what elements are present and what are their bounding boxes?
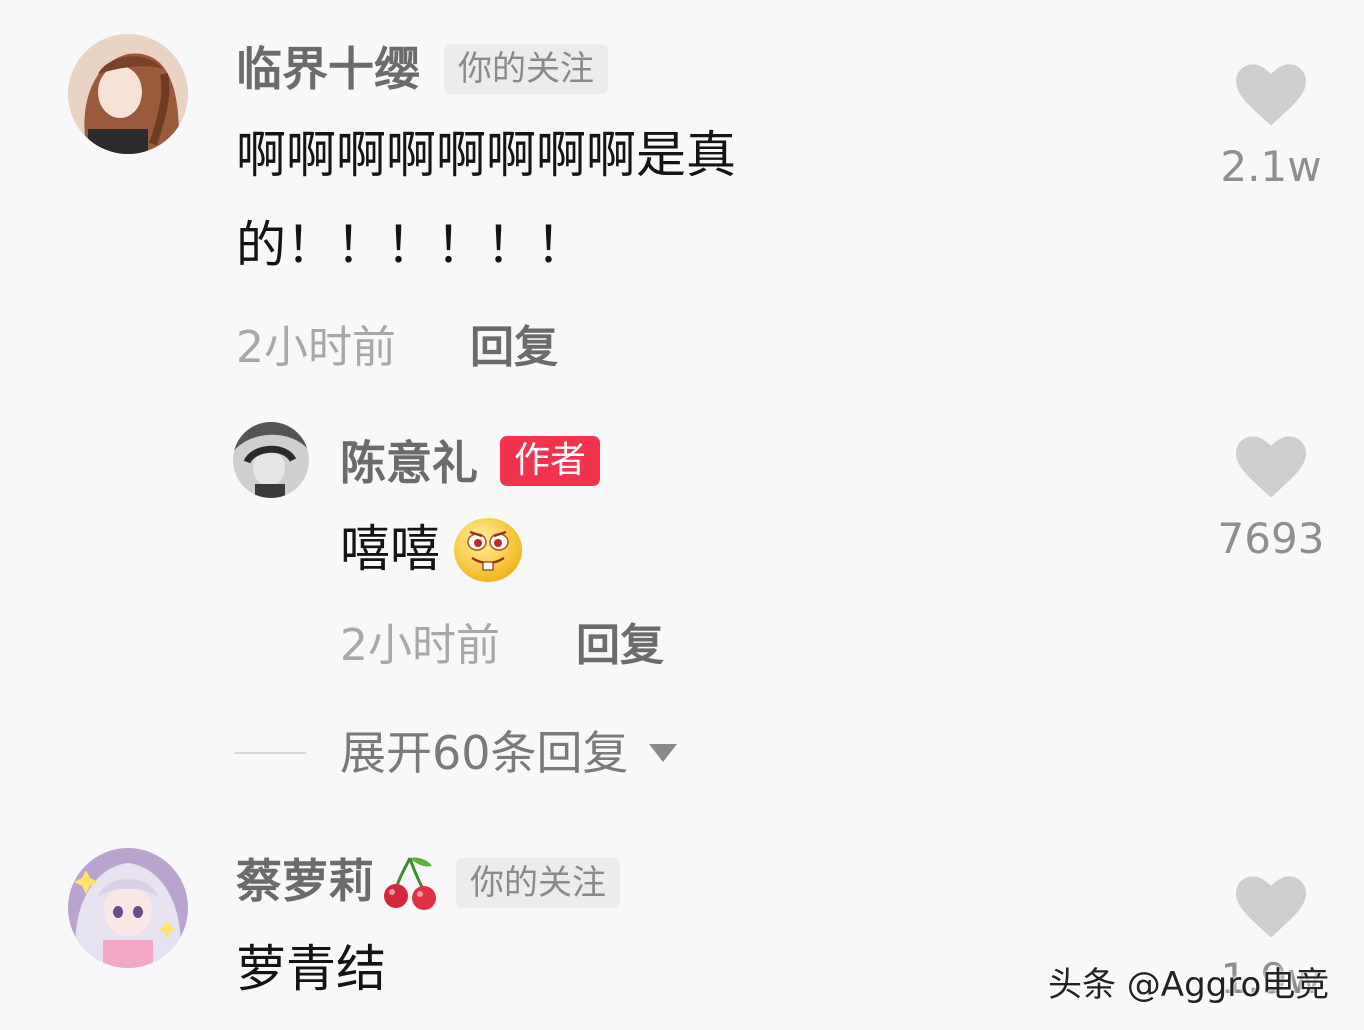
comment-1-username[interactable]: 临界十缨 [236,46,420,92]
comment-1-reply-button[interactable]: 回复 [470,326,558,370]
heart-icon [1236,876,1306,938]
heart-icon [1236,436,1306,498]
comment-1-text-line-2: 的！！！！！！ [236,216,586,274]
avatar-comment-2[interactable] [68,848,188,968]
expand-divider-line [234,752,306,754]
comment-1-follow-badge: 你的关注 [444,44,608,94]
expand-replies-button[interactable]: 展开60条回复 [234,730,679,776]
grinning-emoji-icon [452,516,524,584]
reply-username[interactable]: 陈意礼 [340,440,478,486]
comment-1-like-count: 2.1w [1220,142,1322,191]
avatar-reply[interactable] [233,422,309,498]
comment-1-text-line-1: 啊啊啊啊啊啊啊啊是真 [236,126,736,184]
heart-icon [1236,64,1306,126]
reply-text: 嘻嘻 [340,520,440,578]
reply-timestamp: 2小时前 [340,620,500,671]
expand-replies-label: 展开60条回复 [340,726,629,780]
watermark: 头条 @Aggro电竞 [1048,965,1330,1005]
comment-1-timestamp: 2小时前 [236,322,396,373]
reply-like-count: 7693 [1217,514,1325,563]
caret-down-icon [648,744,677,762]
cherry-icon [382,854,438,912]
comment-2-username[interactable]: 蔡萝莉 [236,858,374,904]
avatar-comment-1[interactable] [68,34,188,154]
comment-2-text: 萝青结 [236,940,386,998]
author-badge: 作者 [500,436,601,486]
reply-reply-button[interactable]: 回复 [576,624,664,668]
comment-1-like-button[interactable]: 2.1w [1216,64,1326,188]
comment-2-follow-badge: 你的关注 [456,858,620,908]
reply-like-button[interactable]: 7693 [1216,436,1326,560]
